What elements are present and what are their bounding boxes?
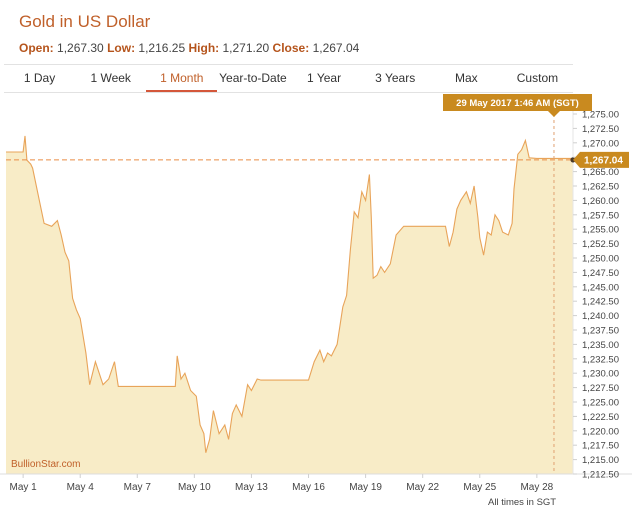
y-tick-label: 1,257.50 <box>582 210 619 221</box>
x-tick-label: May 19 <box>349 482 382 493</box>
y-tick-label: 1,220.00 <box>582 426 619 437</box>
y-tick-label: 1,252.50 <box>582 239 619 250</box>
price-area <box>6 135 573 474</box>
x-tick-label: May 25 <box>463 482 496 493</box>
y-tick-label: 1,262.50 <box>582 182 619 193</box>
y-tick-label: 1,227.50 <box>582 383 619 394</box>
y-tick-label: 1,265.00 <box>582 167 619 178</box>
high-label: High: <box>188 41 220 55</box>
open-label: Open: <box>19 41 54 55</box>
ohlc-summary: Open: 1,267.30 Low: 1,216.25 High: 1,271… <box>19 41 359 55</box>
open-value: 1,267.30 <box>57 41 104 55</box>
x-tick-label: May 4 <box>67 482 95 493</box>
x-tick-label: May 22 <box>406 482 439 493</box>
tab-1-month[interactable]: 1 Month <box>146 65 218 92</box>
footnote-text: All times in SGT <box>488 497 556 508</box>
x-tick-label: May 16 <box>292 482 325 493</box>
watermark-text: BullionStar.com <box>11 459 80 470</box>
y-tick-label: 1,217.50 <box>582 441 619 452</box>
x-tick-label: May 10 <box>178 482 211 493</box>
page-title: Gold in US Dollar <box>19 12 151 31</box>
y-tick-label: 1,255.00 <box>582 225 619 236</box>
range-tabs: 1 Day 1 Week 1 Month Year-to-Date 1 Year… <box>4 64 573 93</box>
low-value: 1,216.25 <box>138 41 186 55</box>
y-tick-label: 1,232.50 <box>582 354 619 365</box>
price-chart[interactable]: 1,212.50 1,215.00 1,217.50 1,220.00 1,222.50… <box>0 92 632 512</box>
x-tick-label: May 1 <box>10 482 38 493</box>
y-tick-label: 1,242.50 <box>582 297 619 308</box>
last-value-label: 1,267.04 <box>584 155 623 166</box>
tab-3-years[interactable]: 3 Years <box>360 65 431 92</box>
y-tick-label: 1,230.00 <box>582 369 619 380</box>
y-tick-label: 1,270.00 <box>582 138 619 149</box>
tab-max[interactable]: Max <box>431 65 502 92</box>
y-tick-label: 1,225.00 <box>582 398 619 409</box>
x-tick-label: May 28 <box>520 482 553 493</box>
y-tick-label: 1,250.00 <box>582 254 619 265</box>
y-tick-label: 1,235.00 <box>582 340 619 351</box>
high-value: 1,271.20 <box>222 41 270 55</box>
x-tick-label: May 13 <box>235 482 268 493</box>
y-tick-label: 1,247.50 <box>582 268 619 279</box>
tab-year-to-date[interactable]: Year-to-Date <box>217 65 288 92</box>
tab-1-year[interactable]: 1 Year <box>289 65 360 92</box>
y-tick-label: 1,212.50 <box>582 470 619 481</box>
y-tick-label: 1,245.00 <box>582 282 619 293</box>
date-tooltip-arrow <box>547 111 560 117</box>
y-tick-label: 1,272.50 <box>582 124 619 135</box>
y-tick-label: 1,222.50 <box>582 412 619 423</box>
date-tooltip-label: 29 May 2017 1:46 AM (SGT) <box>456 98 579 109</box>
y-tick-label: 1,275.00 <box>582 110 619 121</box>
y-tick-label: 1,240.00 <box>582 311 619 322</box>
tab-1-week[interactable]: 1 Week <box>75 65 146 92</box>
tab-custom[interactable]: Custom <box>502 65 573 92</box>
x-tick-label: May 7 <box>124 482 152 493</box>
close-value: 1,267.04 <box>312 41 360 55</box>
tab-1-day[interactable]: 1 Day <box>4 65 75 92</box>
close-label: Close: <box>272 41 310 55</box>
y-tick-label: 1,215.00 <box>582 455 619 466</box>
y-tick-label: 1,237.50 <box>582 326 619 337</box>
y-tick-label: 1,260.00 <box>582 196 619 207</box>
low-label: Low: <box>107 41 136 55</box>
